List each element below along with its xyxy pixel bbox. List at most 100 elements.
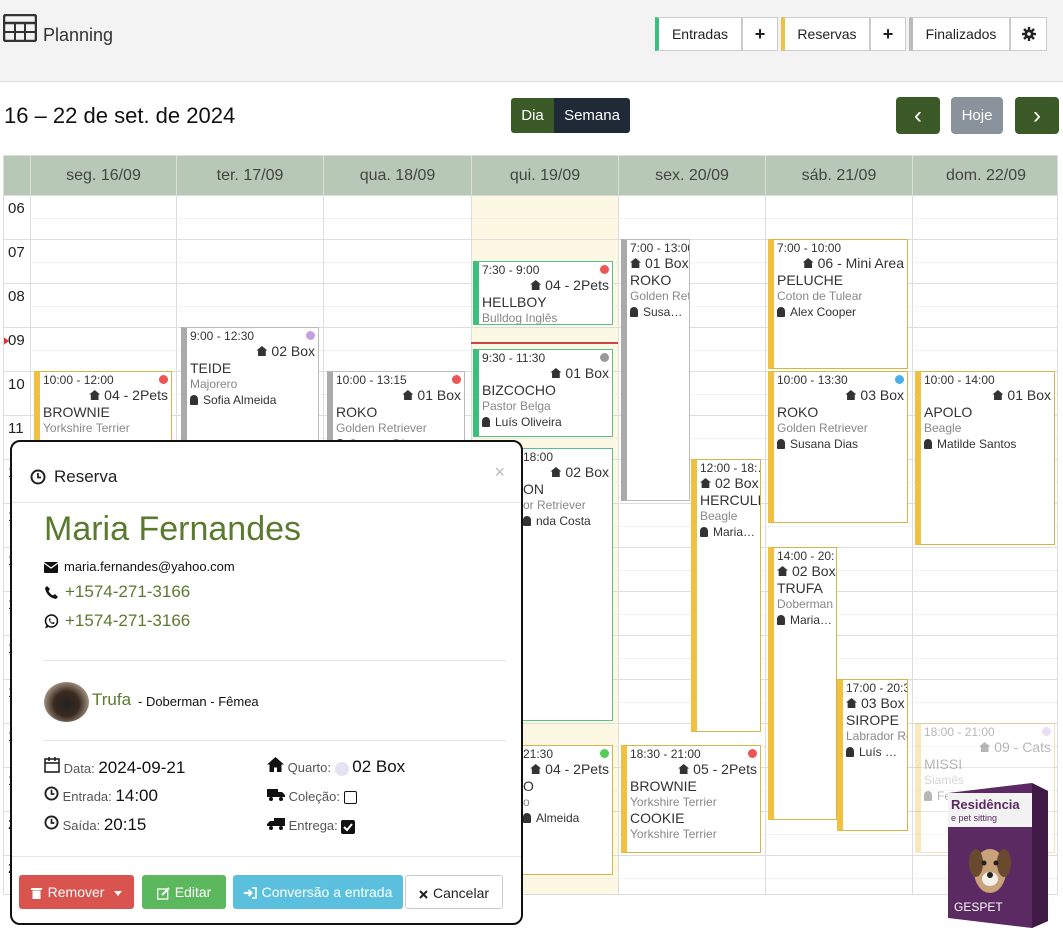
event-time: 17:00 - 20:3… (846, 681, 907, 695)
gespet-logo: Residência e pet sitting GESPET (944, 783, 1050, 928)
event-pet-breed: Bulldog Inglês (482, 311, 558, 325)
day-header[interactable]: qui. 19/09 (471, 156, 618, 195)
page-title: Planning (43, 25, 114, 45)
client-phone[interactable]: +1574-271-3166 (65, 582, 190, 601)
trash-icon (30, 888, 42, 900)
edit-label: Editar (174, 884, 212, 900)
settings-button[interactable] (1010, 17, 1047, 51)
truck-icon (267, 818, 285, 830)
hour-row[interactable]: 06 (4, 195, 1057, 239)
calendar-event[interactable]: 14:00 - 20:…02 BoxTRUFADoberman Maria… (768, 547, 837, 820)
status-dot (452, 375, 461, 384)
user-icon (523, 516, 531, 526)
entrada-value: 14:00 (115, 786, 158, 805)
status-dot (895, 375, 904, 384)
hour-label: 06 (8, 200, 25, 217)
event-pet-breed: Golden Retriever (777, 421, 868, 435)
calendar-event[interactable]: 7:00 - 13:0001 BoxROKOGolden Retriever Su… (621, 239, 690, 501)
calendar-event[interactable]: 9:00 - 12:30 02 Box TEIDE Majorero Sofia Alm… (181, 327, 319, 447)
client-email[interactable]: maria.fernandes@yahoo.com (64, 559, 235, 574)
event-room-row: 01 Box (630, 255, 689, 272)
truck-icon (267, 789, 285, 801)
entrega-checkbox[interactable] (341, 819, 356, 834)
event-pet-name: MISSI (924, 756, 963, 772)
column-divider (912, 195, 913, 894)
home-icon (267, 757, 284, 772)
view-week-button[interactable]: Semana (554, 98, 630, 133)
close-icon[interactable]: × (494, 462, 505, 483)
current-time-marker (4, 336, 9, 346)
event-room-row: 06 - Mini Area (777, 255, 904, 272)
cancel-button[interactable]: Cancelar (405, 875, 503, 909)
calendar-event[interactable]: 18:30 - 21:00 05 - 2Pets BROWNIE Yorkshire … (621, 745, 761, 853)
home-icon (777, 566, 788, 576)
event-pet-breed: Beagle (924, 421, 962, 435)
reservas-button[interactable]: Reservas (781, 17, 870, 51)
calendar-event[interactable]: 9:30 - 11:30 01 Box BIZCOCHO Pastor Belga Lu… (473, 349, 613, 437)
home-icon (530, 280, 542, 290)
entradas-button[interactable]: Entradas (655, 17, 742, 51)
clock-icon (44, 786, 59, 801)
finalizados-button[interactable]: Finalizados (909, 17, 1010, 51)
hour-label: 08 (8, 288, 25, 305)
view-day-button[interactable]: Dia (511, 98, 554, 133)
event-pet-breed: Yorkshire Terrier (43, 421, 130, 435)
add-entrada-button[interactable]: + (742, 17, 778, 51)
add-reserva-button[interactable]: + (870, 17, 906, 51)
event-owner: nda Costa (536, 514, 591, 528)
day-header[interactable]: dom. 22/09 (912, 156, 1057, 195)
calendar-event[interactable]: 10:00 - 14:00 01 Box APOLO Beagle Matilde Sa… (915, 371, 1055, 545)
pet-breed: - Doberman - Fêmea (138, 694, 259, 709)
event-time: 9:30 - 11:30 (482, 351, 546, 365)
quarto-row: Quarto: 02 Box (267, 757, 405, 777)
calendar-event[interactable]: 10:00 - 12:00 04 - 2Pets BROWNIE Yorkshire … (34, 371, 172, 441)
colecao-checkbox[interactable] (343, 791, 357, 805)
home-icon (550, 467, 562, 477)
calendar-event[interactable]: 12:00 - 18:…02 BoxHERCULEBeagle Maria… (691, 459, 761, 732)
remove-button[interactable]: Remover (19, 875, 134, 909)
home-icon (700, 478, 711, 488)
day-header[interactable]: sex. 20/09 (618, 156, 765, 195)
event-room-row: 01 Box (924, 387, 1051, 404)
home-icon (630, 258, 641, 268)
event-room-row: 04 - 2Pets (482, 277, 609, 294)
event-owner: Sofia Almeida (203, 393, 277, 407)
calendar-event[interactable]: 10:00 - 13:30 03 Box ROKO Golden Retriever S… (768, 371, 908, 523)
envelope-icon (43, 562, 59, 574)
day-header[interactable]: sáb. 21/09 (765, 156, 912, 195)
pet-name[interactable]: Trufa (92, 690, 131, 710)
event-pet-breed: Doberman (777, 597, 834, 611)
edit-button[interactable]: Editar (142, 875, 226, 909)
calendar-event[interactable]: 10:00 - 13:1501 BoxROKOGolden RetrieverS… (327, 371, 465, 441)
day-header[interactable]: ter. 17/09 (176, 156, 323, 195)
prev-week-button[interactable]: ‹ (896, 97, 940, 134)
clock-icon (44, 815, 59, 830)
today-button[interactable]: Hoje (951, 97, 1003, 134)
calendar-event[interactable]: 7:00 - 10:00 06 - Mini Area PELUCHE Coton d… (768, 239, 908, 369)
event-pet-breed: Pastor Belga (482, 399, 551, 413)
calendar-event[interactable]: 17:00 - 20:3…03 BoxSIROPELabrador Retrie… (837, 679, 908, 831)
event-room: 04 - 2Pets (545, 761, 609, 777)
event-pet-breed: Yorkshire Terrier (630, 795, 717, 809)
hour-label: 07 (8, 244, 25, 261)
calendar-event[interactable]: 7:30 - 9:00 04 - 2Pets HELLBOY Bulldog Ingl… (473, 261, 613, 325)
event-room-row: 02 Box (777, 563, 836, 580)
client-whatsapp[interactable]: +1574-271-3166 (65, 611, 190, 630)
event-pet-name: ON (523, 481, 544, 497)
convert-button[interactable]: Conversão a entrada (233, 875, 403, 909)
day-header[interactable]: seg. 16/09 (30, 156, 176, 195)
calendar-event[interactable]: 18:00 02 Box ON or Retriever nda Costa (514, 448, 613, 721)
day-header[interactable]: qua. 18/09 (323, 156, 471, 195)
next-week-button[interactable]: › (1015, 97, 1059, 134)
user-icon (846, 747, 854, 757)
calendar-event[interactable]: 21:30 04 - 2Pets Oo Almeida (514, 745, 613, 875)
status-dot (600, 749, 609, 758)
grid-table-icon (3, 14, 37, 42)
event-time: 18:00 (523, 450, 554, 464)
event-owner-row: Sofia Almeida (190, 392, 315, 408)
entrega-label: Entrega: (288, 818, 338, 833)
event-owner-row: Maria… (700, 524, 757, 540)
event-pet-name: SIROPE (846, 712, 899, 728)
entrada-label: Entrada: (62, 789, 112, 804)
hour-label: 10 (8, 376, 25, 393)
